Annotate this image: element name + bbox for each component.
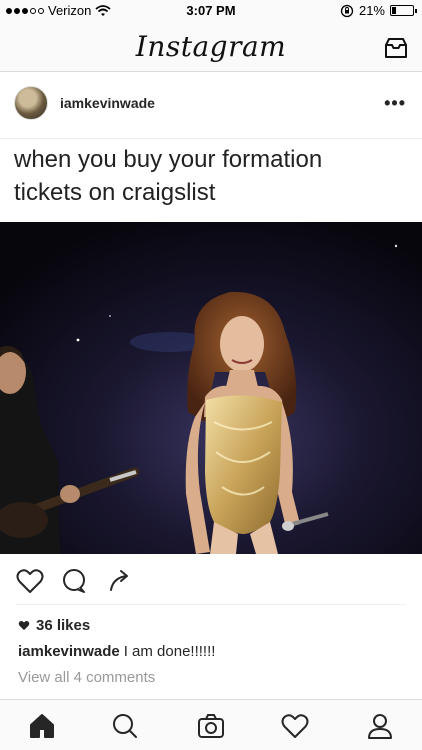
comment-icon[interactable] [60, 568, 88, 594]
comment-text: I am done!!!!!! [123, 643, 216, 660]
post-photo[interactable] [0, 222, 422, 554]
activity-heart-icon[interactable] [281, 712, 309, 740]
battery-percent: 21% [358, 3, 385, 18]
post-actions [0, 554, 422, 606]
app-logo-title: Instagram [135, 30, 287, 63]
bottom-tab-bar [0, 699, 422, 750]
actions-divider [16, 604, 406, 605]
battery-icon [390, 5, 417, 16]
more-dots-icon[interactable]: ••• [384, 94, 406, 112]
top-nav-bar: Instagram [0, 22, 422, 72]
likes-label: 36 likes [36, 617, 91, 634]
likes-heart-icon [18, 620, 30, 631]
comment-username[interactable]: iamkevinwade [18, 643, 120, 660]
status-bar: Verizon 3:07 PM 21% [0, 0, 422, 22]
heart-icon[interactable] [16, 568, 44, 594]
home-icon[interactable] [28, 712, 56, 740]
status-right: 21% [340, 3, 417, 18]
search-icon[interactable] [111, 712, 139, 740]
post-username[interactable]: iamkevinwade [60, 95, 155, 111]
inbox-icon[interactable] [384, 37, 408, 59]
caption-comment: iamkevinwade I am done!!!!!! [18, 643, 215, 660]
post-text-card: when you buy your formation tickets on c… [0, 138, 422, 222]
text-card-line-1: when you buy your formation [14, 146, 323, 173]
likes-count[interactable]: 36 likes [18, 617, 90, 634]
text-card-line-2: tickets on craigslist [14, 179, 216, 206]
profile-icon[interactable] [366, 712, 394, 740]
view-all-comments-link[interactable]: View all 4 comments [18, 669, 155, 686]
rotation-lock-icon [340, 4, 354, 17]
share-icon[interactable] [106, 568, 134, 594]
camera-icon[interactable] [197, 712, 225, 740]
text-card-caption: when you buy your formation tickets on c… [14, 143, 410, 209]
concert-photo [0, 222, 422, 554]
post-header: iamkevinwade ••• [0, 72, 422, 138]
avatar[interactable] [14, 86, 48, 120]
